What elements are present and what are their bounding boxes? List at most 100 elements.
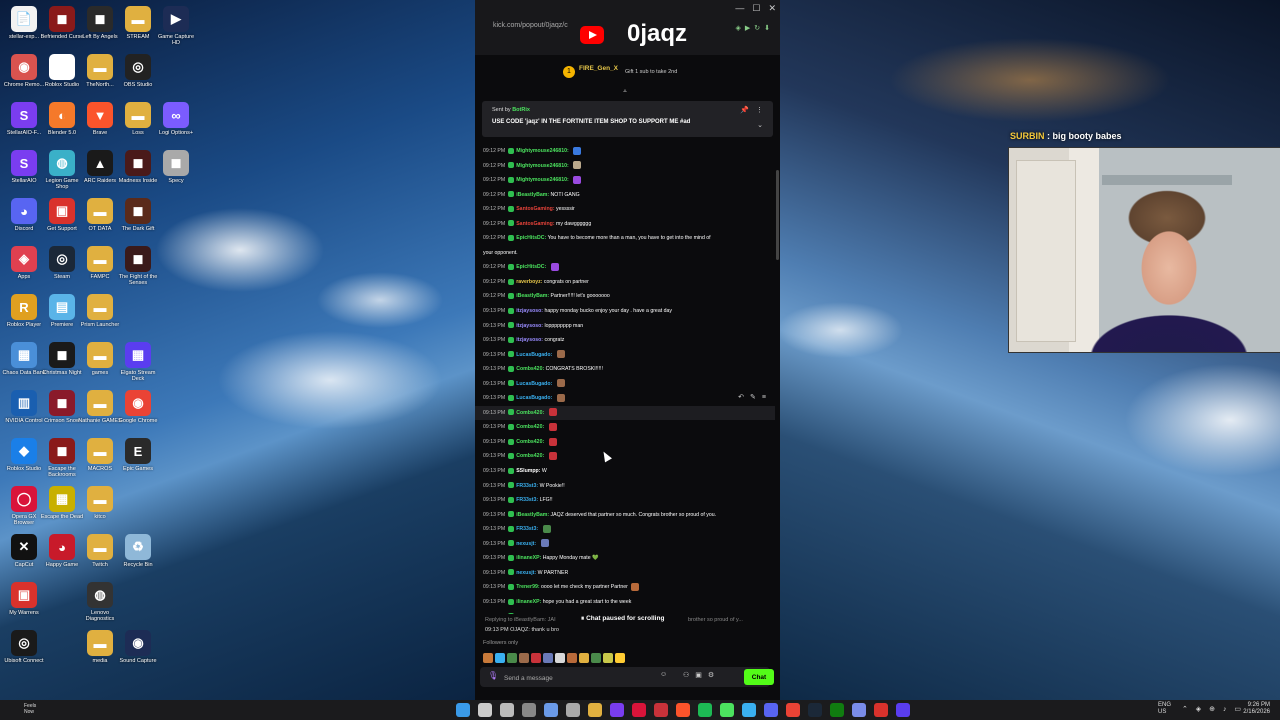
more-options-icon[interactable]: ⋮: [756, 106, 763, 114]
taskbar-app-icon[interactable]: [742, 703, 756, 717]
quick-emote-icon[interactable]: [519, 653, 529, 663]
message-username[interactable]: SSlumpp:: [516, 468, 540, 474]
desktop-icon[interactable]: ◼ The Fight of the Senses: [116, 244, 160, 292]
message-username[interactable]: LucasBugado:: [516, 381, 552, 387]
taskbar-app-icon[interactable]: [720, 703, 734, 717]
quick-emote-icon[interactable]: [591, 653, 601, 663]
chat-message-row[interactable]: 09:13 PM Combs420:: [475, 435, 775, 450]
quick-emote-icon[interactable]: [483, 653, 493, 663]
maximize-button[interactable]: ☐: [752, 3, 760, 13]
quick-emote-icon[interactable]: [555, 653, 565, 663]
chat-message-row[interactable]: 09:13 PM itzjaysoso: congratz: [475, 333, 775, 348]
taskbar-opera-icon[interactable]: [632, 703, 646, 717]
message-input[interactable]: [502, 670, 656, 686]
system-tray-icons[interactable]: ⌃ ◈ ⊕ ♪ ▭: [1182, 705, 1244, 713]
message-username[interactable]: Mightymouse246810:: [516, 177, 568, 183]
message-username[interactable]: FR33st3:: [516, 483, 538, 489]
chat-message-row[interactable]: 09:12 PM SantosGaming: yessssir: [475, 202, 775, 217]
chat-message-row[interactable]: 09:13 PM ilinaneXP: Happy Monday mate 💚: [475, 551, 775, 566]
message-username[interactable]: Combs420:: [516, 453, 544, 459]
chat-message-row[interactable]: 09:12 PM EpicHitsDC:: [475, 260, 775, 275]
desktop-icon[interactable]: ◼ The Dark Gift: [116, 196, 160, 244]
chat-message-row[interactable]: 09:12 PM Mightymouse246810:: [475, 144, 775, 159]
chat-message-row[interactable]: 09:13 PM itzjaysoso: lopppppppp man: [475, 319, 775, 334]
quick-emote-icon[interactable]: [615, 653, 625, 663]
message-username[interactable]: Combs420:: [516, 410, 544, 416]
message-username[interactable]: raverboyz:: [516, 279, 542, 285]
minimize-button[interactable]: —: [735, 3, 744, 13]
taskbar-app-icon[interactable]: [852, 703, 866, 717]
desktop-icon[interactable]: E Epic Games: [116, 436, 160, 484]
message-username[interactable]: iBeastlyBam:: [516, 192, 549, 198]
message-username[interactable]: Combs420:: [516, 439, 544, 445]
emoji-picker-icon[interactable]: ☺: [660, 671, 667, 678]
message-username[interactable]: ilinaneXP:: [516, 599, 541, 605]
message-username[interactable]: iBeastlyBam:: [516, 512, 549, 518]
system-clock[interactable]: 9:26 PM 2/16/2026: [1243, 702, 1270, 716]
message-username[interactable]: EpicHitsDC:: [516, 264, 546, 270]
message-username[interactable]: itzjaysoso:: [516, 337, 543, 343]
message-username[interactable]: Mightymouse246810:: [516, 148, 568, 154]
chat-message-row[interactable]: 09:13 PM Trener99: oooo let me check my p…: [475, 580, 775, 595]
chat-message-row[interactable]: 09:13 PM FR33st3: W Pookie!!: [475, 479, 775, 494]
message-username[interactable]: nexusjt:: [516, 541, 536, 547]
taskbar-brave-icon[interactable]: [676, 703, 690, 717]
chat-message-row[interactable]: 09:13 PM nexusjt:: [475, 537, 775, 552]
collapse-chevron-icon[interactable]: ⩡: [623, 88, 627, 96]
chat-message-row[interactable]: 09:13 PM itzjaysoso: happy monday bucko e…: [475, 304, 775, 319]
language-indicator[interactable]: ENG US: [1158, 702, 1171, 716]
taskbar-steam-icon[interactable]: [808, 703, 822, 717]
chevron-down-icon[interactable]: ⌄: [757, 121, 763, 129]
desktop-icon[interactable]: ▣ My Warrens: [2, 580, 46, 628]
chat-message-row[interactable]: 09:12 PM EpicHitsDC: You have to become m…: [475, 231, 775, 246]
chat-paused-button[interactable]: ⏸ Chat paused for scrolling: [578, 615, 668, 623]
desktop-icon[interactable]: ▶ Game Capture HD: [154, 4, 198, 52]
desktop-icon[interactable]: ▬ kitco: [78, 484, 122, 532]
message-username[interactable]: Mightymouse246810:: [516, 163, 568, 169]
message-username[interactable]: Combs420:: [516, 424, 544, 430]
message-username[interactable]: SantosGaming:: [516, 221, 554, 227]
chat-message-row[interactable]: 09:13 PM iBeastlyBam: JAQZ deserved that …: [475, 508, 775, 523]
message-hover-tools[interactable]: ↶✎≡: [738, 393, 772, 401]
chat-message-row[interactable]: 09:13 PM Combs420:: [475, 449, 775, 464]
chat-message-row[interactable]: 09:12 PM Mightymouse246810:: [475, 173, 775, 188]
message-username[interactable]: itzjaysoso:: [516, 308, 543, 314]
desktop-icon[interactable]: ◎ Ubisoft Connect: [2, 628, 46, 676]
message-username[interactable]: EpicHitsDC:: [516, 235, 546, 241]
chat-message-row[interactable]: 09:13 PM LucasBugado:: [475, 348, 775, 363]
taskbar-app-icon[interactable]: [522, 703, 536, 717]
taskbar-app-icon[interactable]: [654, 703, 668, 717]
chat-message-row[interactable]: 09:13 PM Combs420: CONGRATS BROSKI!!!!!: [475, 362, 775, 377]
browser-toolbar-icons[interactable]: ◈▶↻⬇: [736, 24, 775, 32]
chat-message-row[interactable]: 09:13 PM FR33st3: LFG!!: [475, 493, 775, 508]
message-username[interactable]: nexusjt:: [516, 570, 536, 576]
desktop-icon[interactable]: ◉ Sound Capture: [116, 628, 160, 676]
taskbar-stream-deck-icon[interactable]: [896, 703, 910, 717]
chat-message-row[interactable]: 09:12 PM Mightymouse246810:: [475, 159, 775, 174]
send-chat-button[interactable]: Chat: [744, 669, 774, 685]
chat-message-row[interactable]: 09:12 PM raverboyz: congrats on partner: [475, 275, 775, 290]
message-username[interactable]: SantosGaming:: [516, 206, 554, 212]
chat-message-row[interactable]: 09:13 PM LucasBugado:: [475, 391, 775, 406]
close-button[interactable]: ✕: [768, 3, 776, 13]
taskbar-task-view-icon[interactable]: [500, 703, 514, 717]
address-bar[interactable]: kick.com/popout/0jaqz/c: [493, 22, 568, 29]
desktop-icon[interactable]: ◍ Lenovo Diagnostics: [78, 580, 122, 628]
message-username[interactable]: Trener99:: [516, 614, 539, 615]
taskbar-app-icon[interactable]: [544, 703, 558, 717]
chat-message-row[interactable]: 09:12 PM iBeastlyBam: Partner!!!!! let's …: [475, 289, 775, 304]
desktop-icon[interactable]: ◎ OBS Studio: [116, 52, 160, 100]
quick-emote-icon[interactable]: [495, 653, 505, 663]
message-username[interactable]: Trener99:: [516, 584, 539, 590]
desktop-icon[interactable]: ◉ Google Chrome: [116, 388, 160, 436]
taskbar-start-icon[interactable]: [456, 703, 470, 717]
chat-message-row[interactable]: 09:13 PM nexusjt: W PARTNER: [475, 566, 775, 581]
chat-message-row[interactable]: 09:13 PM Trener99: ❤: [475, 610, 775, 615]
desktop-icon[interactable]: ▬ Prism Launcher: [78, 292, 122, 340]
chat-message-row[interactable]: 09:13 PM LucasBugado:: [475, 377, 775, 392]
microphone-icon[interactable]: 🎙: [488, 671, 498, 680]
message-username[interactable]: itzjaysoso:: [516, 323, 543, 329]
quick-emote-icon[interactable]: [543, 653, 553, 663]
weather-widget[interactable]: Feels Now: [24, 703, 36, 715]
quick-emote-icon[interactable]: [507, 653, 517, 663]
